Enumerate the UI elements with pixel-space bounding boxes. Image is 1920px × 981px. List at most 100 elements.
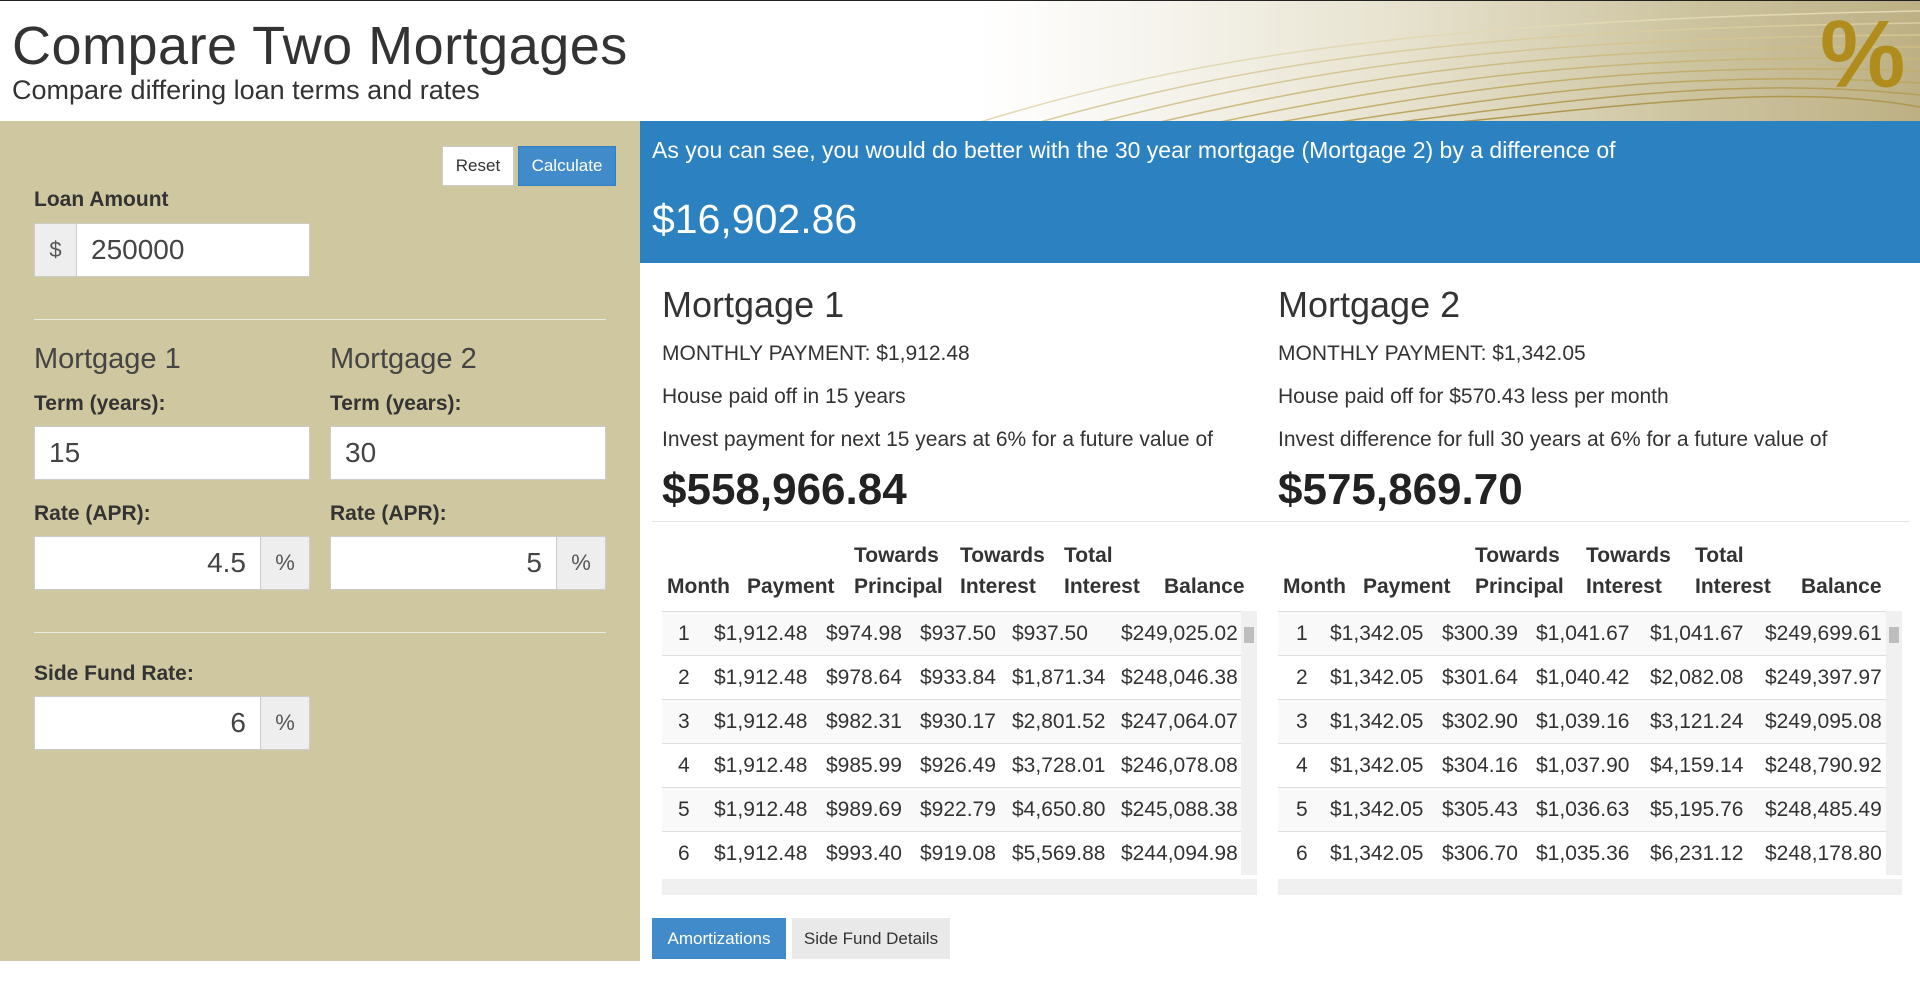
- col-interest-header: Interest: [1586, 575, 1662, 598]
- col-interest-header-top: Towards: [960, 544, 1045, 567]
- cell-payment: $1,912.48: [714, 710, 808, 733]
- table-2-horizontal-scrollbar[interactable]: [1278, 879, 1902, 895]
- cell-payment: $1,912.48: [714, 842, 808, 865]
- cell-payment: $1,342.05: [1330, 622, 1424, 645]
- cell-month: 3: [1296, 710, 1308, 733]
- col-interest-header-top: Towards: [1586, 544, 1671, 567]
- cell-principal: $302.90: [1442, 710, 1518, 733]
- col-interest-header: Interest: [960, 575, 1036, 598]
- rate1-label: Rate (APR):: [34, 502, 151, 525]
- cell-payment: $1,912.48: [714, 754, 808, 777]
- amortization-table-2[interactable]: 1 $1,342.05 $300.39 $1,041.67 $1,041.67 $249,…: [1278, 611, 1888, 875]
- cell-payment: $1,342.05: [1330, 666, 1424, 689]
- cell-month: 1: [678, 622, 690, 645]
- cell-balance: $249,095.08: [1765, 710, 1882, 733]
- table-row: 6 $1,912.48 $993.40 $919.08 $5,569.88 $244,09…: [662, 831, 1242, 875]
- cell-payment: $1,342.05: [1330, 754, 1424, 777]
- mortgage1-invest-text: Invest payment for next 15 years at 6% f…: [662, 428, 1213, 451]
- cell-balance: $246,078.08: [1121, 754, 1238, 777]
- result-message: As you can see, you would do better with…: [652, 137, 1616, 163]
- scrollbar-thumb[interactable]: [1244, 627, 1254, 643]
- table-1-vertical-scrollbar[interactable]: [1241, 611, 1257, 875]
- calculate-button[interactable]: Calculate: [518, 146, 616, 186]
- cell-month: 3: [678, 710, 690, 733]
- cell-principal: $300.39: [1442, 622, 1518, 645]
- tab-side-fund-details[interactable]: Side Fund Details: [792, 918, 950, 959]
- mortgage1-future-value: $558,966.84: [662, 465, 907, 514]
- cell-interest: $1,036.63: [1536, 798, 1630, 821]
- cell-interest: $937.50: [920, 622, 996, 645]
- cell-balance: $249,025.02: [1121, 622, 1238, 645]
- col-month-header: Month: [1283, 575, 1346, 598]
- table-row: 5 $1,342.05 $305.43 $1,036.63 $5,195.76 $248,…: [1278, 787, 1888, 831]
- cell-principal: $305.43: [1442, 798, 1518, 821]
- cell-interest: $919.08: [920, 842, 996, 865]
- cell-month: 2: [1296, 666, 1308, 689]
- divider: [34, 632, 606, 633]
- cell-balance: $247,064.07: [1121, 710, 1238, 733]
- mortgage2-heading: Mortgage 2: [330, 343, 477, 375]
- table-row: 2 $1,912.48 $978.64 $933.84 $1,871.34 $248,04…: [662, 655, 1242, 699]
- page-header: Compare Two Mortgages Compare differing …: [0, 0, 1920, 121]
- table-row: 4 $1,912.48 $985.99 $926.49 $3,728.01 $246,07…: [662, 743, 1242, 787]
- cell-balance: $244,094.98: [1121, 842, 1238, 865]
- cell-month: 6: [1296, 842, 1308, 865]
- col-principal-header-top: Towards: [1475, 544, 1560, 567]
- cell-balance: $248,485.49: [1765, 798, 1882, 821]
- cell-total-interest: $937.50: [1012, 622, 1088, 645]
- amortization-table-1[interactable]: 1 $1,912.48 $974.98 $937.50 $937.50 $249,025.…: [662, 611, 1242, 875]
- cell-principal: $978.64: [826, 666, 902, 689]
- percent-addon: %: [556, 536, 606, 590]
- table-row: 3 $1,342.05 $302.90 $1,039.16 $3,121.24 $249,…: [1278, 699, 1888, 743]
- input-panel: Reset Calculate Loan Amount $ 250000 Mor…: [0, 121, 640, 961]
- divider: [34, 319, 606, 320]
- scrollbar-thumb[interactable]: [1889, 627, 1899, 643]
- col-total-interest-header: Interest: [1695, 575, 1771, 598]
- cell-payment: $1,342.05: [1330, 798, 1424, 821]
- percent-addon: %: [260, 536, 310, 590]
- cell-total-interest: $4,159.14: [1650, 754, 1744, 777]
- col-month-header: Month: [667, 575, 730, 598]
- tab-amortizations[interactable]: Amortizations: [652, 918, 786, 959]
- result-banner: As you can see, you would do better with…: [640, 121, 1920, 263]
- table-1-horizontal-scrollbar[interactable]: [662, 879, 1257, 895]
- loan-amount-input[interactable]: 250000: [76, 223, 310, 277]
- mortgage2-title: Mortgage 2: [1278, 284, 1461, 325]
- mortgage2-invest-text: Invest difference for full 30 years at 6…: [1278, 428, 1828, 451]
- cell-total-interest: $5,569.88: [1012, 842, 1106, 865]
- mortgage1-heading: Mortgage 1: [34, 343, 181, 375]
- mortgage1-title: Mortgage 1: [662, 284, 845, 325]
- col-total-interest-header-top: Total: [1064, 544, 1113, 567]
- table-row: 4 $1,342.05 $304.16 $1,037.90 $4,159.14 $248,…: [1278, 743, 1888, 787]
- cell-month: 4: [1296, 754, 1308, 777]
- cell-principal: $306.70: [1442, 842, 1518, 865]
- cell-month: 1: [1296, 622, 1308, 645]
- cell-payment: $1,342.05: [1330, 842, 1424, 865]
- cell-balance: $249,397.97: [1765, 666, 1882, 689]
- table-row: 5 $1,912.48 $989.69 $922.79 $4,650.80 $245,08…: [662, 787, 1242, 831]
- term2-label: Term (years):: [330, 392, 462, 415]
- cell-balance: $249,699.61: [1765, 622, 1882, 645]
- cell-balance: $245,088.38: [1121, 798, 1238, 821]
- cell-total-interest: $5,195.76: [1650, 798, 1744, 821]
- term1-input[interactable]: 15: [34, 426, 310, 480]
- col-total-interest-header-top: Total: [1695, 544, 1744, 567]
- currency-addon: $: [34, 223, 77, 277]
- page-title: Compare Two Mortgages: [12, 16, 628, 76]
- mortgage2-note: House paid off for $570.43 less per mont…: [1278, 385, 1669, 408]
- mortgage2-future-value: $575,869.70: [1278, 465, 1523, 514]
- reset-button[interactable]: Reset: [442, 146, 514, 186]
- col-balance-header: Balance: [1164, 575, 1245, 598]
- cell-total-interest: $3,121.24: [1650, 710, 1744, 733]
- term2-input[interactable]: 30: [330, 426, 606, 480]
- cell-interest: $1,035.36: [1536, 842, 1630, 865]
- cell-interest: $930.17: [920, 710, 996, 733]
- rate2-input[interactable]: 5: [330, 536, 557, 590]
- table-row: 6 $1,342.05 $306.70 $1,035.36 $6,231.12 $248,…: [1278, 831, 1888, 875]
- rate1-input[interactable]: 4.5: [34, 536, 261, 590]
- cell-total-interest: $4,650.80: [1012, 798, 1106, 821]
- side-fund-input[interactable]: 6: [34, 696, 261, 750]
- col-principal-header-top: Towards: [854, 544, 939, 567]
- table-2-vertical-scrollbar[interactable]: [1886, 611, 1902, 875]
- cell-interest: $933.84: [920, 666, 996, 689]
